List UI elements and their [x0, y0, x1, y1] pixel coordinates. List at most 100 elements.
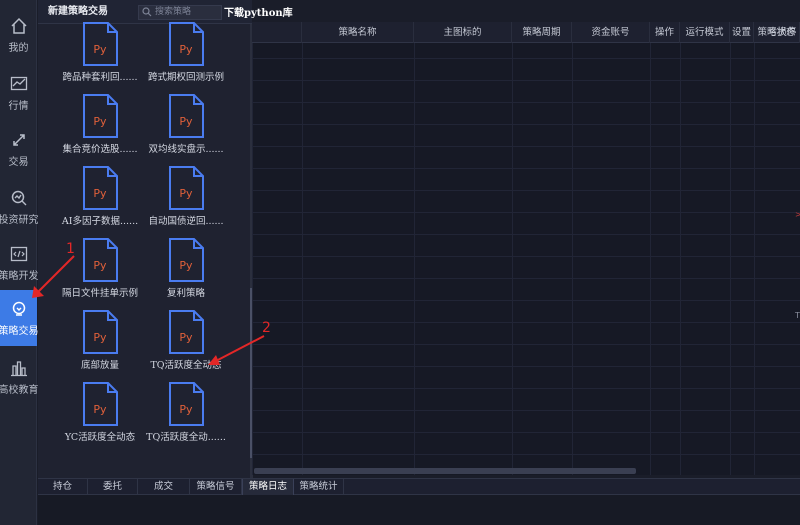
- grid-row-line: [252, 344, 800, 345]
- strategy-table: 策略名称 主图标的 策略周期 资金账号 操作 运行模式 设置 策略状态 亏损停: [252, 22, 800, 475]
- python-file-icon: Py: [169, 238, 204, 282]
- strategy-card[interactable]: Py 自动国债逆回......: [146, 166, 226, 236]
- grid-row-line: [252, 58, 800, 59]
- home-icon: [10, 17, 27, 34]
- grid-row-line: [252, 388, 800, 389]
- new-strategy-button[interactable]: 新建策略交易: [48, 4, 108, 20]
- column-header[interactable]: 策略名称: [302, 22, 414, 43]
- strategy-card[interactable]: Py AI多因子数据......: [60, 166, 140, 236]
- column-header[interactable]: 主图标的: [414, 22, 512, 43]
- strategy-card[interactable]: Py 集合竞价选股......: [60, 94, 140, 164]
- strategy-card-title: 双均线实盘示......: [148, 144, 224, 155]
- tab-strategy-stats[interactable]: 策略统计: [294, 479, 344, 495]
- nav-item-market[interactable]: 行情: [0, 66, 37, 120]
- nav-label: 策略交易: [0, 325, 39, 337]
- file-badge: Py: [93, 259, 107, 272]
- tab-strategy-log[interactable]: 策略日志: [242, 479, 294, 495]
- file-badge: Py: [93, 187, 107, 200]
- grid-row-line: [252, 234, 800, 235]
- grid-row-line: [252, 256, 800, 257]
- file-badge: Py: [179, 259, 193, 272]
- column-header[interactable]: 操作: [650, 22, 680, 43]
- python-file-icon: Py: [83, 22, 118, 66]
- nav-item-research[interactable]: 投资研究: [0, 180, 39, 234]
- column-header-blank: [252, 22, 302, 43]
- grid-row-line: [252, 454, 800, 455]
- strategy-card-title: AI多因子数据......: [61, 216, 139, 227]
- exchange-icon: [12, 133, 25, 146]
- column-header[interactable]: 运行模式: [680, 22, 730, 43]
- nav-item-trade[interactable]: 交易: [0, 122, 37, 176]
- code-icon: [10, 246, 27, 261]
- grid-row-line: [252, 124, 800, 125]
- tab-orders[interactable]: 委托: [88, 479, 138, 495]
- grid-row-line: [252, 102, 800, 103]
- python-file-icon: Py: [169, 166, 204, 210]
- nav-label: 交易: [8, 156, 29, 168]
- nav-label: 行情: [8, 100, 29, 112]
- chart-icon: [10, 76, 27, 90]
- strategy-search-input[interactable]: 搜索策略: [138, 5, 222, 20]
- search-placeholder: 搜索策略: [155, 7, 192, 17]
- column-header[interactable]: 资金账号: [572, 22, 650, 43]
- strategy-card[interactable]: Py 跨品种套利回......: [60, 22, 140, 92]
- file-badge: Py: [179, 403, 193, 416]
- strategy-card[interactable]: Py 跨式期权回测示例: [146, 22, 226, 92]
- search-icon: [142, 7, 152, 17]
- annotation-arrow-2: [208, 335, 265, 365]
- grid-row-line: [252, 212, 800, 213]
- bottom-tab-bar: 持仓 委托 成交 策略信号 策略日志 策略统计: [38, 478, 800, 495]
- table-horizontal-scrollbar[interactable]: [254, 468, 636, 474]
- column-header[interactable]: 策略周期: [512, 22, 572, 43]
- edge-arrow-mark: >: [795, 210, 800, 219]
- research-icon: [11, 190, 26, 205]
- strategy-card-title: 跨式期权回测示例: [147, 72, 224, 83]
- tab-fills[interactable]: 成交: [138, 479, 190, 495]
- python-file-icon: Py: [83, 94, 118, 138]
- file-badge: Py: [179, 187, 193, 200]
- file-badge: Py: [93, 403, 107, 416]
- python-file-icon: Py: [83, 238, 118, 282]
- strategy-card-title: 集合竞价选股......: [62, 144, 138, 155]
- table-header: 策略名称 主图标的 策略周期 资金账号 操作 运行模式 设置 策略状态: [252, 22, 800, 43]
- strategy-card[interactable]: Py 底部放量: [60, 310, 140, 380]
- file-badge: Py: [93, 43, 107, 56]
- strategy-card-title: 跨品种套利回......: [62, 72, 138, 83]
- strategy-card[interactable]: Py 复利策略: [146, 238, 226, 308]
- grid-row-line: [252, 432, 800, 433]
- grid-row-line: [252, 168, 800, 169]
- bottom-panel: [38, 495, 800, 525]
- edge-text-mark: TQ: [795, 311, 800, 320]
- tab-strategy-signal[interactable]: 策略信号: [190, 479, 242, 495]
- nav-label: 我的: [8, 42, 29, 54]
- strategy-card-title: TQ活跃度全动......: [146, 432, 226, 443]
- column-header-partial[interactable]: 亏损停: [762, 22, 800, 43]
- annotation-arrow-1: [32, 255, 75, 298]
- tab-positions[interactable]: 持仓: [38, 479, 88, 495]
- strategy-card-title: YC活跃度全动态: [64, 432, 136, 443]
- nav-item-education[interactable]: 高校教育: [0, 350, 39, 404]
- python-file-icon: Py: [83, 310, 118, 354]
- grid-row-line: [252, 410, 800, 411]
- download-python-link[interactable]: 下载python库: [224, 7, 293, 21]
- lightbulb-icon: [12, 301, 25, 316]
- grid-row-line: [252, 278, 800, 279]
- column-header[interactable]: 设置: [730, 22, 754, 43]
- grid-row-line: [252, 80, 800, 81]
- strategy-card[interactable]: Py YC活跃度全动态: [60, 382, 140, 452]
- strategy-card-title: 底部放量: [80, 360, 119, 371]
- nav-label: 投资研究: [0, 214, 39, 226]
- strategy-card[interactable]: Py TQ活跃度全动......: [146, 382, 226, 452]
- strategy-card-title: 自动国债逆回......: [148, 216, 224, 227]
- file-badge: Py: [179, 115, 193, 128]
- nav-item-mine[interactable]: 我的: [0, 8, 37, 62]
- strategy-panel: 新建策略交易 Py 跨品种套利回...... Py 跨式期权回测示例 Py 集合竞价选股.…: [38, 0, 253, 478]
- file-badge: Py: [93, 115, 107, 128]
- strategy-card-title: 复利策略: [166, 288, 205, 299]
- python-file-icon: Py: [169, 382, 204, 426]
- python-file-icon: Py: [169, 94, 204, 138]
- python-file-icon: Py: [83, 382, 118, 426]
- strategy-card[interactable]: Py 双均线实盘示......: [146, 94, 226, 164]
- file-badge: Py: [179, 43, 193, 56]
- python-file-icon: Py: [169, 22, 204, 66]
